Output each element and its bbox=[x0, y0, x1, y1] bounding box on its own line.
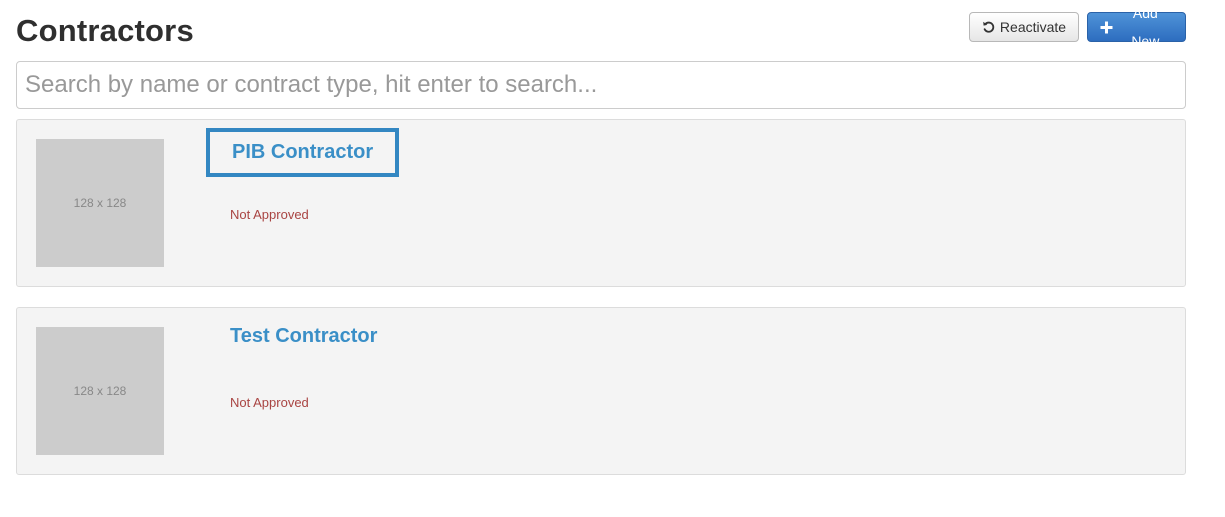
contractor-card: 128 x 128 PIB Contractor Not Approved bbox=[16, 119, 1186, 287]
contractor-name-link[interactable]: Test Contractor bbox=[230, 324, 377, 348]
add-new-label: Add New bbox=[1131, 5, 1160, 49]
plus-icon bbox=[1100, 20, 1114, 34]
undo-icon bbox=[982, 20, 996, 34]
reactivate-button[interactable]: Reactivate bbox=[969, 12, 1079, 42]
contractor-thumbnail: 128 x 128 bbox=[36, 139, 164, 267]
contractor-name-link[interactable]: PIB Contractor bbox=[206, 128, 400, 177]
status-label: Not Approved bbox=[230, 207, 309, 222]
status-label: Not Approved bbox=[230, 395, 309, 410]
contractors-page: Contractors Reactivate Add New 128 x 128… bbox=[0, 0, 1225, 517]
search-input[interactable] bbox=[16, 61, 1186, 109]
thumbnail-placeholder-text: 128 x 128 bbox=[73, 196, 127, 210]
contractor-thumbnail: 128 x 128 bbox=[36, 327, 164, 455]
add-new-button[interactable]: Add New bbox=[1087, 5, 1186, 49]
reactivate-label: Reactivate bbox=[999, 19, 1067, 35]
contractor-card: 128 x 128 Test Contractor Not Approved bbox=[16, 307, 1186, 475]
thumbnail-placeholder-text: 128 x 128 bbox=[73, 384, 127, 398]
page-title: Contractors bbox=[16, 13, 194, 48]
